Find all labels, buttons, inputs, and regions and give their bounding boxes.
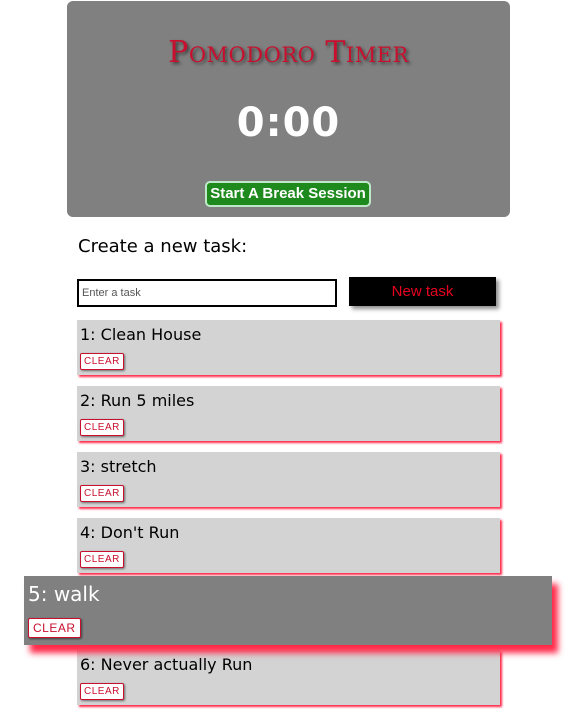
- clear-task-button[interactable]: CLEAR: [28, 618, 81, 638]
- clear-task-button[interactable]: CLEAR: [80, 353, 124, 370]
- create-task-heading: Create a new task:: [78, 236, 248, 257]
- task-item[interactable]: 2: Run 5 miles CLEAR: [77, 386, 500, 441]
- task-label: 6: Never actually Run: [80, 655, 253, 674]
- task-item-dragging[interactable]: 5: walk CLEAR: [24, 576, 552, 645]
- clear-task-button[interactable]: CLEAR: [80, 683, 124, 700]
- timer-title: Pomodoro Timer: [168, 35, 409, 70]
- clear-task-button[interactable]: CLEAR: [80, 551, 124, 568]
- task-label: 4: Don't Run: [80, 523, 180, 542]
- timer-panel: Pomodoro Timer 0:00 Start A Break Sessio…: [67, 1, 510, 217]
- task-item[interactable]: 1: Clean House CLEAR: [77, 320, 500, 375]
- task-item[interactable]: 6: Never actually Run CLEAR: [77, 650, 500, 705]
- task-label: 2: Run 5 miles: [80, 391, 195, 410]
- clear-task-button[interactable]: CLEAR: [80, 419, 124, 436]
- start-break-button[interactable]: Start A Break Session: [205, 181, 371, 207]
- clear-task-button[interactable]: CLEAR: [80, 485, 124, 502]
- task-label: 3: stretch: [80, 457, 157, 476]
- task-input[interactable]: [77, 279, 337, 307]
- task-label: 1: Clean House: [80, 325, 202, 344]
- task-item[interactable]: 4: Don't Run CLEAR: [77, 518, 500, 573]
- task-item[interactable]: 3: stretch CLEAR: [77, 452, 500, 507]
- new-task-button[interactable]: New task: [349, 277, 496, 306]
- task-label: 5: walk: [28, 582, 100, 606]
- timer-display: 0:00: [236, 100, 341, 146]
